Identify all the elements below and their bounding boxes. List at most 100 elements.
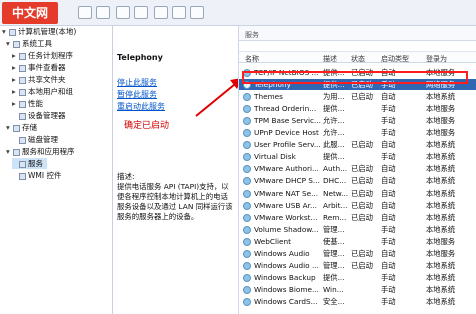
forward-icon[interactable]: [96, 6, 110, 19]
service-logon: 本地系统: [426, 212, 456, 222]
folder-icon: [19, 76, 26, 84]
service-row[interactable]: Volume Shadow... 管理... 手动 本地系统: [239, 224, 476, 235]
service-startup: 手动: [381, 284, 396, 294]
service-desc: 管理...: [323, 260, 345, 270]
tree-item-disk-management[interactable]: 磁盘管理: [12, 134, 58, 145]
service-row[interactable]: Windows Audio 管理... 已启动 自动 本地服务: [239, 248, 476, 259]
service-logon: 本地服务: [426, 236, 456, 246]
tree-toggle-icon[interactable]: ▸: [12, 63, 19, 72]
service-logon: 本地系统: [426, 176, 456, 186]
service-startup: 手动: [381, 296, 396, 306]
properties-icon[interactable]: [134, 6, 148, 19]
toolbar: 中文网: [0, 0, 476, 26]
navigation-tree: ▾ 计算机管理(本地) ▾ 系统工具 ▸ 任务计划程序 ▸ 事件查看器 ▸ 共享文件夹 ▸…: [0, 26, 113, 314]
tree-toggle-icon[interactable]: ▾: [6, 123, 13, 132]
tree-toggle-icon[interactable]: ▸: [12, 75, 19, 84]
tree-toggle-icon[interactable]: ▾: [2, 27, 9, 36]
service-startup: 自动: [381, 248, 396, 258]
event-viewer-icon: [19, 64, 26, 72]
tree-toggle-icon[interactable]: ▸: [12, 51, 19, 60]
service-gear-icon: [243, 153, 251, 162]
tree-item-services[interactable]: 服务: [12, 158, 47, 169]
service-row[interactable]: VMware USB Ar... Arbit... 已启动 自动 本地系统: [239, 200, 476, 211]
play-icon[interactable]: [190, 6, 204, 19]
service-row[interactable]: Virtual Disk 提供... 手动 本地系统: [239, 151, 476, 162]
tree-item-local-users[interactable]: ▸ 本地用户和组: [12, 86, 73, 97]
service-row[interactable]: Windows Backup 提供... 手动 本地系统: [239, 272, 476, 283]
service-desc: 提供...: [323, 152, 345, 162]
service-row[interactable]: UPnP Device Host 允许... 手动 本地服务: [239, 127, 476, 138]
service-row[interactable]: Themes 为用... 已启动 自动 本地系统: [239, 91, 476, 102]
service-startup: 手动: [381, 224, 396, 234]
annotation-text: 确定已启动: [124, 121, 170, 131]
service-name: UPnP Device Host: [254, 128, 319, 138]
service-status: 已启动: [351, 248, 373, 258]
service-startup: 自动: [381, 260, 396, 270]
tree-toggle-icon[interactable]: ▾: [6, 39, 13, 48]
column-startup-type[interactable]: 启动类型: [381, 54, 409, 64]
service-gear-icon: [243, 93, 251, 102]
service-gear-icon: [243, 285, 251, 294]
service-gear-icon: [243, 225, 251, 234]
column-description[interactable]: 描述: [323, 54, 337, 64]
service-gear-icon: [243, 189, 251, 198]
service-desc: Arbit...: [323, 200, 348, 210]
service-row[interactable]: User Profile Serv... 此服... 已启动 自动 本地系统: [239, 139, 476, 150]
tree-toggle-icon[interactable]: ▸: [12, 99, 19, 108]
service-logon: 本地服务: [426, 116, 456, 126]
wmi-icon: [19, 172, 26, 180]
service-row[interactable]: VMware Workst... Rem... 已启动 自动 本地系统: [239, 212, 476, 223]
back-icon[interactable]: [78, 6, 92, 19]
tree-toggle-icon[interactable]: ▸: [12, 87, 19, 96]
refresh-icon[interactable]: [116, 6, 130, 19]
pause-icon[interactable]: [172, 6, 186, 19]
tree-root[interactable]: ▾ 计算机管理(本地): [2, 26, 76, 37]
tree-item-event-viewer[interactable]: ▸ 事件查看器: [12, 62, 66, 73]
service-desc: 安全...: [323, 296, 345, 306]
column-logon-as[interactable]: 登录为: [426, 54, 447, 64]
tree-item-services-apps[interactable]: ▾ 服务和应用程序: [6, 146, 75, 157]
service-name: WebClient: [254, 236, 292, 246]
service-row[interactable]: VMware Authori... Auth... 已启动 自动 本地系统: [239, 163, 476, 174]
services-column-headers: 名称 描述 状态 启动类型 登录为: [239, 51, 476, 63]
service-startup: 自动: [381, 164, 396, 174]
service-name: VMware USB Ar...: [254, 200, 317, 210]
service-row[interactable]: Windows CardS... 安全... 手动 本地系统: [239, 296, 476, 307]
tree-item-task-scheduler[interactable]: ▸ 任务计划程序: [12, 50, 73, 61]
service-logon: 本地系统: [426, 296, 456, 306]
column-name[interactable]: 名称: [245, 54, 259, 64]
service-row[interactable]: WebClient 使基... 手动 本地服务: [239, 236, 476, 247]
service-name: Windows Backup: [254, 272, 316, 282]
tree-toggle-icon[interactable]: ▾: [6, 147, 13, 156]
service-gear-icon: [243, 177, 251, 186]
device-manager-icon: [19, 112, 26, 120]
service-status: 已启动: [351, 188, 373, 198]
service-logon: 本地服务: [426, 248, 456, 258]
service-row[interactable]: TPM Base Servic... 允许... 手动 本地服务: [239, 115, 476, 126]
service-row[interactable]: Thread Orderin... 提供... 手动 本地服务: [239, 103, 476, 114]
service-row[interactable]: VMware NAT Se... Netw... 已启动 自动 本地系统: [239, 188, 476, 199]
tree-item-wmi-control[interactable]: WMI 控件: [12, 170, 61, 181]
service-row[interactable]: Windows Biome... Win... 手动 本地系统: [239, 284, 476, 295]
service-name: Virtual Disk: [254, 152, 296, 162]
service-row[interactable]: VMware DHCP S... DHC... 已启动 自动 本地系统: [239, 175, 476, 186]
stop-icon[interactable]: [154, 6, 168, 19]
stop-service-link[interactable]: 停止此服务: [117, 77, 157, 88]
pause-service-link[interactable]: 暂停此服务: [117, 89, 157, 100]
service-name: VMware Authori...: [254, 164, 319, 174]
service-name: Windows CardS...: [254, 296, 318, 306]
service-name: User Profile Serv...: [254, 140, 321, 150]
service-name: Volume Shadow...: [254, 224, 319, 234]
service-desc: 管理...: [323, 248, 345, 258]
tree-item-shared-folders[interactable]: ▸ 共享文件夹: [12, 74, 66, 85]
tree-item-system-tools[interactable]: ▾ 系统工具: [6, 38, 52, 49]
tree-item-device-manager[interactable]: 设备管理器: [12, 110, 66, 121]
service-logon: 本地系统: [426, 200, 456, 210]
tree-item-performance[interactable]: ▸ 性能: [12, 98, 43, 109]
service-startup: 自动: [381, 212, 396, 222]
column-status[interactable]: 状态: [351, 54, 365, 64]
service-gear-icon: [243, 201, 251, 210]
restart-service-link[interactable]: 重启动此服务: [117, 101, 165, 112]
tree-item-storage[interactable]: ▾ 存储: [6, 122, 37, 133]
service-row[interactable]: Windows Audio ... 管理... 已启动 自动 本地系统: [239, 260, 476, 271]
